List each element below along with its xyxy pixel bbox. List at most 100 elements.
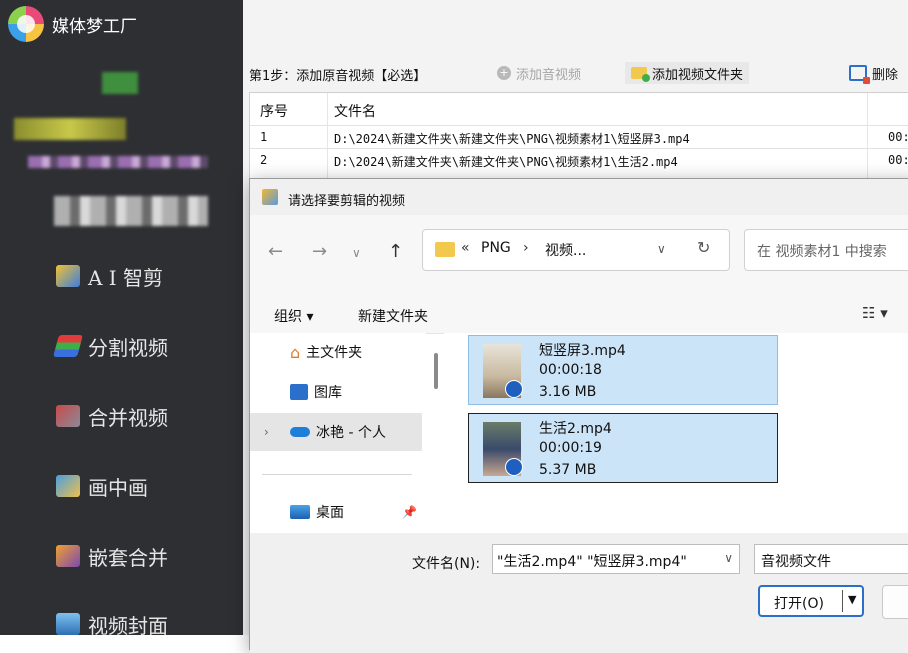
back-arrow-icon[interactable]: ← [268,241,283,262]
onedrive-icon [290,427,310,437]
add-audio-video-label: 添加音视频 [516,67,582,83]
dialog-titlebar: 请选择要剪辑的视频 [250,179,908,215]
filetype-select[interactable]: 音视频文件 [754,544,908,574]
desktop-icon [290,505,310,519]
sidebar-item-label: 分割视频 [88,335,168,360]
table-row[interactable]: 1 D:\2024\新建文件夹\新建文件夹\PNG\视频素材1\短竖屏3.mp4… [250,125,908,148]
address-dropdown-icon[interactable]: ∨ [657,242,666,256]
picture-in-picture-icon [56,475,80,497]
folder-icon [435,242,455,257]
split-video-icon [53,335,83,357]
recent-chevron-icon[interactable]: ∨ [352,246,361,260]
search-placeholder: 在 视频素材1 中搜索 [757,244,887,260]
open-dropdown-icon[interactable]: ▼ [848,593,856,606]
file-duration: 00:00:18 [539,362,602,378]
breadcrumb-video[interactable]: 视频... [545,240,586,260]
nav-home[interactable]: ⌂ 主文件夹 [250,333,422,371]
sidebar-item-merge-video[interactable]: 合并视频 [56,396,168,436]
nav-gallery[interactable]: 图库 [250,373,422,411]
add-video-folder-button[interactable]: 添加视频文件夹 [625,62,750,84]
delete-icon [849,65,870,84]
sidebar-item-picture-in-picture[interactable]: 画中画 [56,466,148,506]
sidebar-item-label: A I 智剪 [88,265,164,290]
file-name: 短竖屏3.mp4 [539,343,626,359]
nested-merge-icon [56,545,80,567]
file-tile[interactable]: 短竖屏3.mp4 00:00:18 3.16 MB [468,335,778,405]
nav-desktop[interactable]: 桌面 📌 [250,493,422,531]
search-input[interactable]: 在 视频素材1 中搜索 [744,229,908,271]
dialog-navbar: ← → ∨ ↑ « PNG › 视频... ∨ ↻ 在 视频素材1 中搜索 [250,215,908,297]
file-tile[interactable]: 生活2.mp4 00:00:19 5.37 MB [468,413,778,483]
sidebar-item-label: 画中画 [88,475,148,500]
sidebar-item-ai-cut[interactable]: A I 智剪 [56,256,163,296]
header-filename: 文件名 [334,104,376,120]
sidebar-item-label: 嵌套合并 [88,545,168,570]
sidebar-item-label: 视频封面 [88,613,168,638]
cancel-button[interactable] [882,585,908,619]
forward-arrow-icon[interactable]: → [312,241,327,262]
organize-button[interactable]: 组织 ▾ [274,306,313,326]
dialog-title: 请选择要剪辑的视频 [288,194,406,209]
delete-label: 删除 [872,67,899,83]
nav-gallery-label: 图库 [314,385,342,401]
open-button-label: 打开(O) [774,596,824,612]
filename-value: "生活2.mp4" "短竖屏3.mp4" [497,554,687,570]
sidebar-item-nested-merge[interactable]: 嵌套合并 [56,536,168,576]
plus-circle-icon: + [497,66,511,80]
view-options-icon[interactable]: ☷ ▾ [862,304,888,322]
row-duration: 00: [888,153,908,167]
command-bar: 组织 ▾ 新建文件夹 ☷ ▾ [250,297,908,334]
blurred-badge [54,196,208,226]
row-index: 1 [260,130,268,144]
open-split-divider [842,590,843,612]
blurred-avatar [102,72,138,94]
nav-onedrive-label: 冰艳 - 个人 [316,425,386,441]
open-button[interactable]: 打开(O) ▼ [758,585,864,617]
video-badge-icon [505,458,523,476]
folder-add-icon [631,67,650,82]
address-bar[interactable]: « PNG › 视频... ∨ ↻ [422,229,730,271]
blurred-info-line [28,156,208,168]
table-row[interactable]: 2 D:\2024\新建文件夹\新建文件夹\PNG\视频素材1\生活2.mp4 … [250,148,908,171]
blurred-username [14,118,126,140]
file-list: 短竖屏3.mp4 00:00:18 3.16 MB 生活2.mp4 00:00:… [444,333,908,533]
filename-label: 文件名(N): [412,556,481,572]
sidebar: 媒体梦工厂 A I 智剪 分割视频 合并视频 画中画 嵌套合并 视频封面 [0,0,243,638]
sidebar-item-video-cover[interactable]: 视频封面 [56,604,168,644]
nav-divider [262,474,412,475]
row-filename: D:\2024\新建文件夹\新建文件夹\PNG\视频素材1\短竖屏3.mp4 [334,132,690,146]
add-audio-video-button[interactable]: + 添加音视频 [491,62,587,84]
file-size: 3.16 MB [539,384,597,400]
up-arrow-icon[interactable]: ↑ [388,241,403,262]
nav-onedrive-personal[interactable]: › 冰艳 - 个人 [250,413,422,451]
navigation-pane: ⌂ 主文件夹 图库 › 冰艳 - 个人 桌面 📌 [250,333,438,533]
filename-dropdown-icon[interactable]: ∨ [724,551,733,565]
sidebar-item-label: 合并视频 [88,405,168,430]
file-size: 5.37 MB [539,462,597,478]
row-index: 2 [260,153,268,167]
nav-scrollbar[interactable] [434,353,438,389]
delete-button[interactable]: 删除 [843,62,904,84]
merge-video-icon [56,405,80,427]
toolbar: 第1步：添加原音视频【必选】 + 添加音视频 添加视频文件夹 删除 [243,58,908,88]
breadcrumb-png[interactable]: PNG [481,240,511,256]
file-name: 生活2.mp4 [539,421,612,437]
add-video-folder-label: 添加视频文件夹 [652,67,744,83]
new-folder-button[interactable]: 新建文件夹 [358,306,428,326]
filetype-value: 音视频文件 [761,554,831,570]
refresh-icon[interactable]: ↻ [697,238,710,257]
home-icon: ⌂ [290,342,301,362]
sidebar-item-split-video[interactable]: 分割视频 [53,326,168,366]
expand-chevron-icon[interactable]: › [264,425,269,439]
open-file-dialog: 请选择要剪辑的视频 ← → ∨ ↑ « PNG › 视频... ∨ ↻ 在 视频… [249,178,908,653]
nav-desktop-label: 桌面 [316,505,344,521]
breadcrumb-separator: › [523,240,529,256]
filename-input[interactable]: "生活2.mp4" "短竖屏3.mp4" ∨ [492,544,740,574]
file-table: 序号 文件名 1 D:\2024\新建文件夹\新建文件夹\PNG\视频素材1\短… [249,92,908,180]
app-logo [8,6,44,42]
header-index: 序号 [260,104,288,120]
address-prefix: « [461,240,470,256]
dialog-footer: 文件名(N): "生活2.mp4" "短竖屏3.mp4" ∨ 音视频文件 打开(… [250,533,908,653]
row-filename: D:\2024\新建文件夹\新建文件夹\PNG\视频素材1\生活2.mp4 [334,155,678,169]
video-badge-icon [505,380,523,398]
